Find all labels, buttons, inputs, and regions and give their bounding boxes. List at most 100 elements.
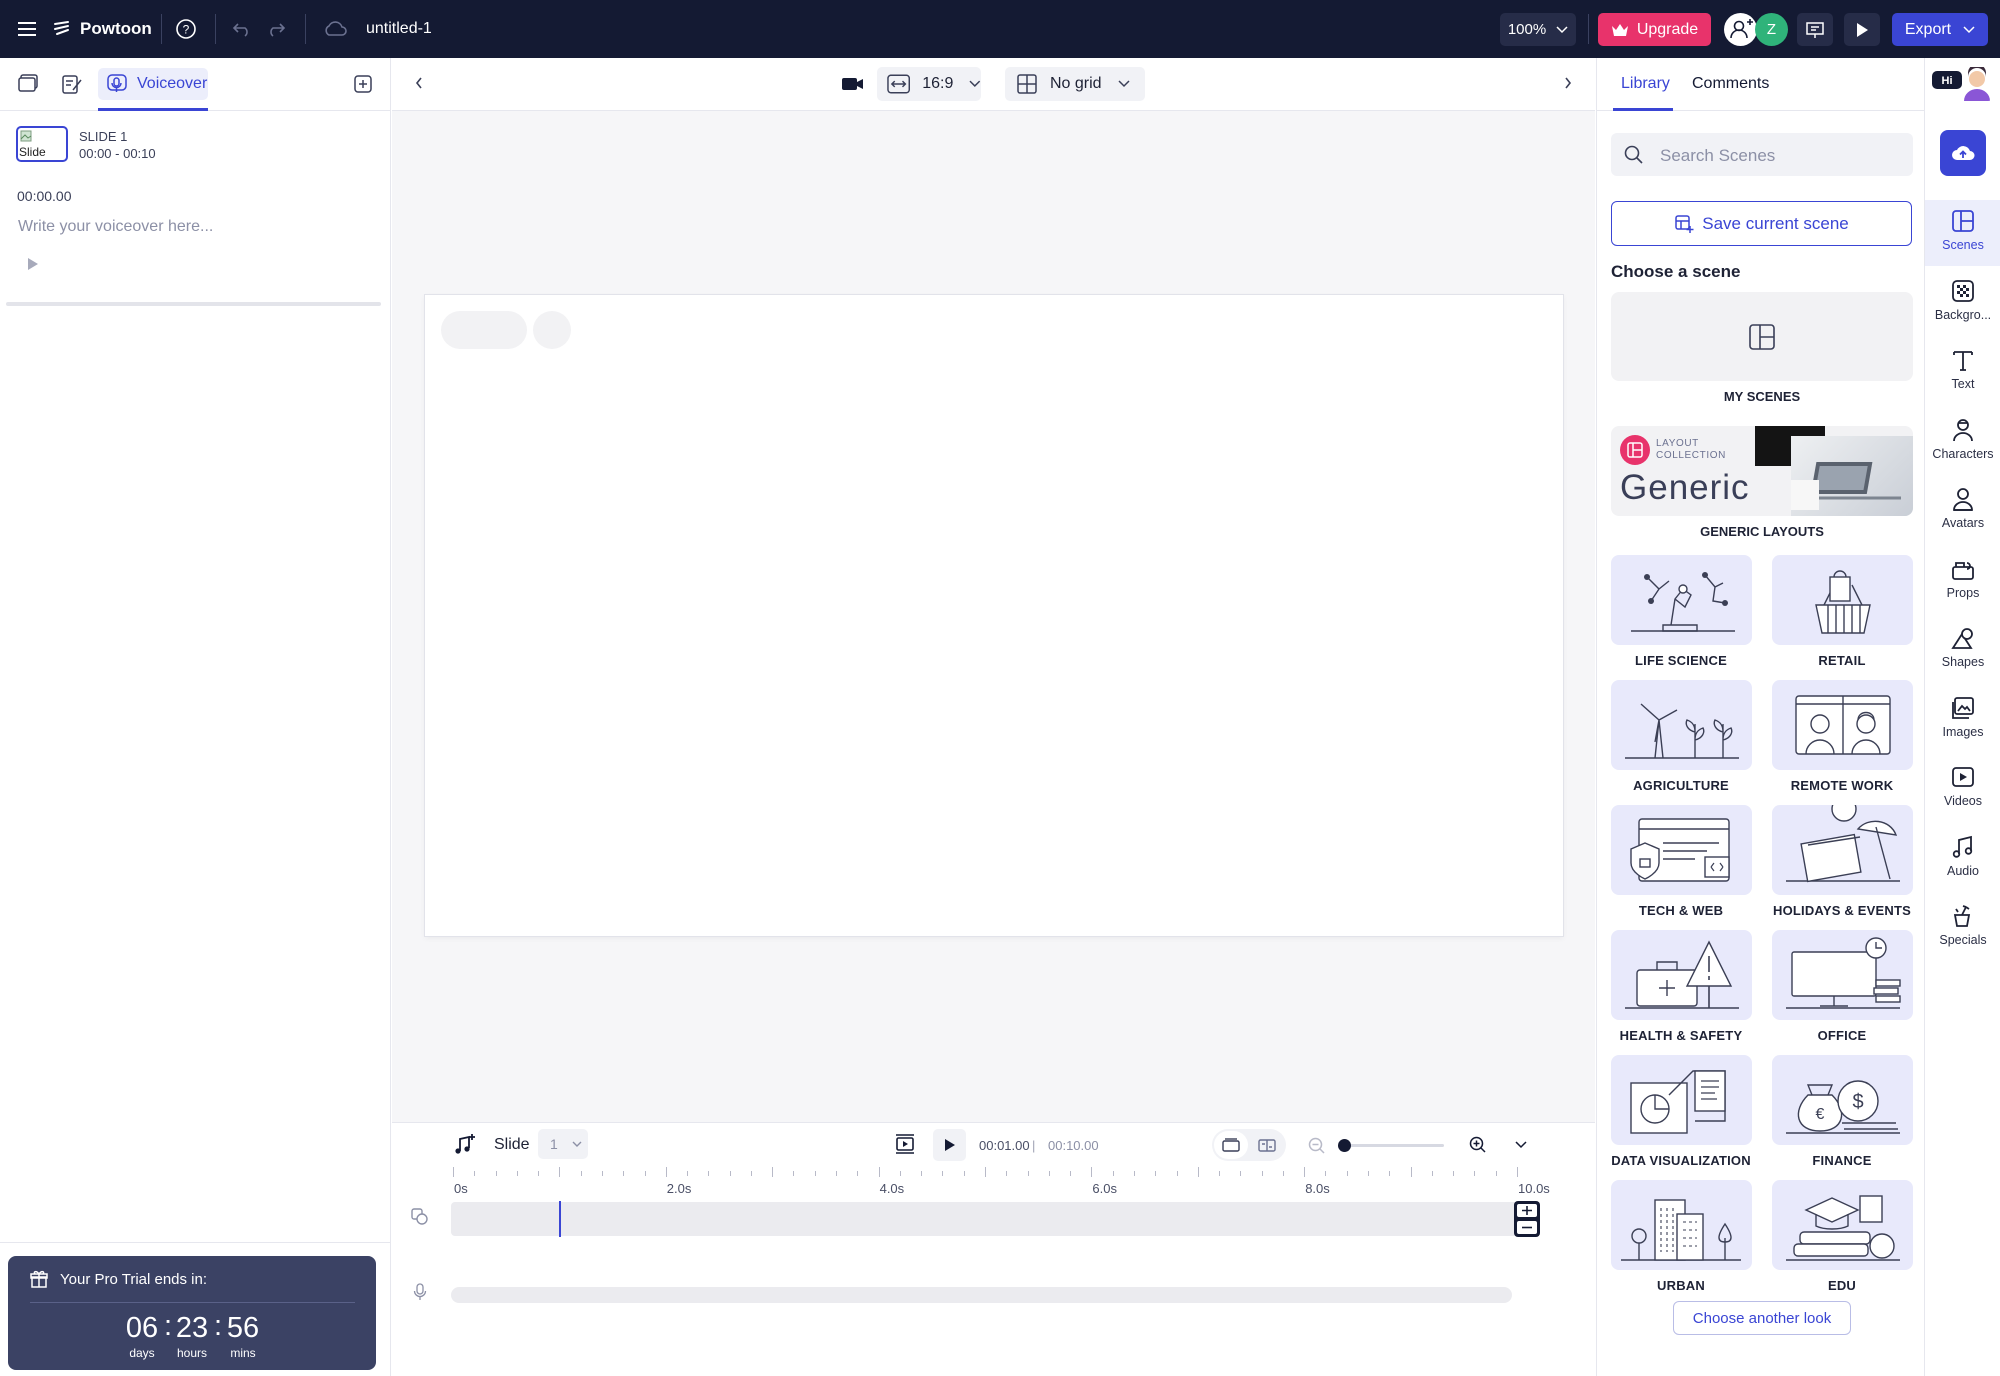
scene-card-remote-work[interactable] bbox=[1772, 680, 1913, 770]
upload-button[interactable] bbox=[1940, 130, 1986, 176]
timeline-ruler: 0s 2.0s 4.0s 6.0s 8.0s 10.0s bbox=[453, 1167, 1583, 1197]
tick-mark bbox=[729, 1171, 731, 1176]
greeting-avatar[interactable]: Hi bbox=[1932, 67, 1994, 101]
gift-icon bbox=[30, 1270, 48, 1288]
tick-mark bbox=[1474, 1171, 1476, 1176]
collapse-timeline-icon[interactable] bbox=[1515, 1141, 1527, 1149]
scene-card-tech-web[interactable] bbox=[1611, 805, 1752, 895]
notes-icon[interactable] bbox=[61, 73, 83, 95]
scene-card-edu[interactable] bbox=[1772, 1180, 1913, 1270]
my-scenes-card[interactable] bbox=[1611, 292, 1913, 381]
slides-icon[interactable] bbox=[17, 73, 39, 95]
trial-mins: 56 bbox=[226, 1312, 260, 1344]
presentation-icon[interactable] bbox=[1797, 13, 1833, 46]
scene-card-health-safety[interactable] bbox=[1611, 930, 1752, 1020]
upgrade-button[interactable]: Upgrade bbox=[1598, 13, 1711, 46]
rail-item-avatars[interactable]: Avatars bbox=[1925, 478, 2000, 544]
file-title[interactable]: untitled-1 bbox=[366, 0, 432, 58]
tick-label: 8.0s bbox=[1305, 1181, 1330, 1196]
play-preview-button[interactable] bbox=[1844, 13, 1880, 46]
choose-another-look-button[interactable]: Choose another look bbox=[1673, 1301, 1851, 1335]
rail-item-props[interactable]: Props bbox=[1925, 548, 2000, 614]
add-music-icon[interactable] bbox=[452, 1133, 476, 1157]
rail-item-specials[interactable]: Specials bbox=[1925, 895, 2000, 961]
save-scene-button[interactable]: Save current scene bbox=[1611, 201, 1912, 246]
tick-mark bbox=[1048, 1171, 1050, 1176]
scene-card-life-science[interactable] bbox=[1611, 555, 1752, 645]
background-icon bbox=[1952, 279, 1974, 302]
track-stretch-control[interactable] bbox=[1514, 1201, 1540, 1237]
play-icon bbox=[1857, 22, 1868, 37]
aspect-ratio-select[interactable]: 16:9 bbox=[877, 67, 981, 101]
rail-item-shapes[interactable]: Shapes bbox=[1925, 617, 2000, 683]
rail-label: Scenes bbox=[1942, 238, 1984, 252]
scene-card-retail[interactable] bbox=[1772, 555, 1913, 645]
rail-label: Shapes bbox=[1941, 655, 1985, 669]
tick-mark bbox=[559, 1167, 561, 1177]
tab-voiceover[interactable]: Voiceover bbox=[98, 68, 208, 100]
help-icon[interactable]: ? bbox=[175, 0, 197, 58]
play-button[interactable] bbox=[933, 1129, 966, 1161]
zoom-select[interactable]: 100% bbox=[1500, 13, 1576, 46]
scene-card-urban[interactable] bbox=[1611, 1180, 1752, 1270]
scene-card-agriculture[interactable] bbox=[1611, 680, 1752, 770]
left-panel-tabs: Voiceover bbox=[0, 58, 391, 111]
voiceover-play-icon[interactable] bbox=[26, 256, 40, 272]
voiceover-input[interactable]: Write your voiceover here... bbox=[18, 218, 368, 236]
slide-track[interactable] bbox=[451, 1202, 1519, 1236]
microphone-icon[interactable] bbox=[413, 1283, 427, 1301]
rail-label: Props bbox=[1946, 585, 1980, 600]
search-input[interactable]: Search Scenes bbox=[1611, 133, 1913, 176]
scene-card-data-visualization[interactable] bbox=[1611, 1055, 1752, 1145]
tick-mark bbox=[1325, 1171, 1327, 1176]
cloud-save-icon bbox=[323, 0, 347, 58]
add-slide-icon[interactable] bbox=[353, 74, 373, 94]
zoom-slider-knob[interactable] bbox=[1338, 1139, 1351, 1152]
rail-item-audio[interactable]: Audio bbox=[1925, 826, 2000, 892]
rail-item-text[interactable]: Text bbox=[1925, 339, 2000, 405]
generic-layouts-card[interactable]: LAYOUT COLLECTION Generic bbox=[1611, 426, 1913, 516]
pro-trial-banner: Your Pro Trial ends in: 06 : 23 : 56 day… bbox=[8, 1256, 376, 1370]
view-split-icon[interactable] bbox=[1250, 1131, 1284, 1159]
rail-item-scenes[interactable]: Scenes bbox=[1925, 200, 2000, 266]
grid-select[interactable]: No grid bbox=[1005, 67, 1145, 101]
tab-comments[interactable]: Comments bbox=[1692, 75, 1769, 93]
play-slide-icon[interactable] bbox=[894, 1133, 916, 1155]
slide-canvas[interactable] bbox=[425, 295, 1563, 936]
rail-item-images[interactable]: Images bbox=[1925, 687, 2000, 753]
my-scenes-label: MY SCENES bbox=[1723, 389, 1801, 404]
export-button[interactable]: Export bbox=[1892, 13, 1988, 46]
camera-icon[interactable] bbox=[841, 75, 865, 93]
undo-icon[interactable] bbox=[232, 0, 252, 58]
zoom-slider-track[interactable] bbox=[1344, 1144, 1444, 1147]
zoom-in-icon[interactable] bbox=[1469, 1136, 1487, 1154]
add-collaborator-icon[interactable] bbox=[1724, 13, 1757, 46]
svg-text:?: ? bbox=[183, 23, 190, 37]
scene-card-holidays-events[interactable] bbox=[1772, 805, 1913, 895]
rail-item-backgro[interactable]: Backgro... bbox=[1925, 270, 2000, 336]
scene-card-office[interactable] bbox=[1772, 930, 1913, 1020]
layers-icon[interactable] bbox=[410, 1207, 430, 1227]
slide-number-select[interactable]: 1 bbox=[538, 1129, 588, 1159]
collapse-left-icon[interactable] bbox=[414, 76, 424, 90]
menu-icon[interactable] bbox=[18, 0, 38, 58]
slide-thumbnail[interactable]: Slide bbox=[16, 126, 68, 162]
view-single-icon[interactable] bbox=[1214, 1131, 1248, 1159]
tick-label: 2.0s bbox=[666, 1181, 692, 1196]
playhead[interactable] bbox=[559, 1201, 562, 1237]
redo-icon[interactable] bbox=[266, 0, 286, 58]
tick-mark bbox=[1495, 1171, 1497, 1176]
scene-card-finance[interactable]: € $ bbox=[1772, 1055, 1913, 1145]
zoom-out-icon[interactable] bbox=[1308, 1137, 1326, 1155]
broken-image-icon bbox=[20, 130, 32, 142]
view-toggle bbox=[1212, 1129, 1286, 1161]
avatar[interactable]: Z bbox=[1755, 13, 1788, 46]
collapse-right-icon[interactable] bbox=[1563, 76, 1573, 90]
rail-item-videos[interactable]: Videos bbox=[1925, 756, 2000, 822]
trial-mins-label: mins bbox=[230, 1346, 256, 1360]
rail-item-characters[interactable]: Characters bbox=[1925, 409, 2000, 475]
tab-library[interactable]: Library bbox=[1621, 75, 1670, 93]
rail-label: Characters bbox=[1932, 446, 1994, 461]
trial-hours-label: hours bbox=[176, 1346, 208, 1360]
voiceover-track[interactable] bbox=[451, 1287, 1512, 1303]
